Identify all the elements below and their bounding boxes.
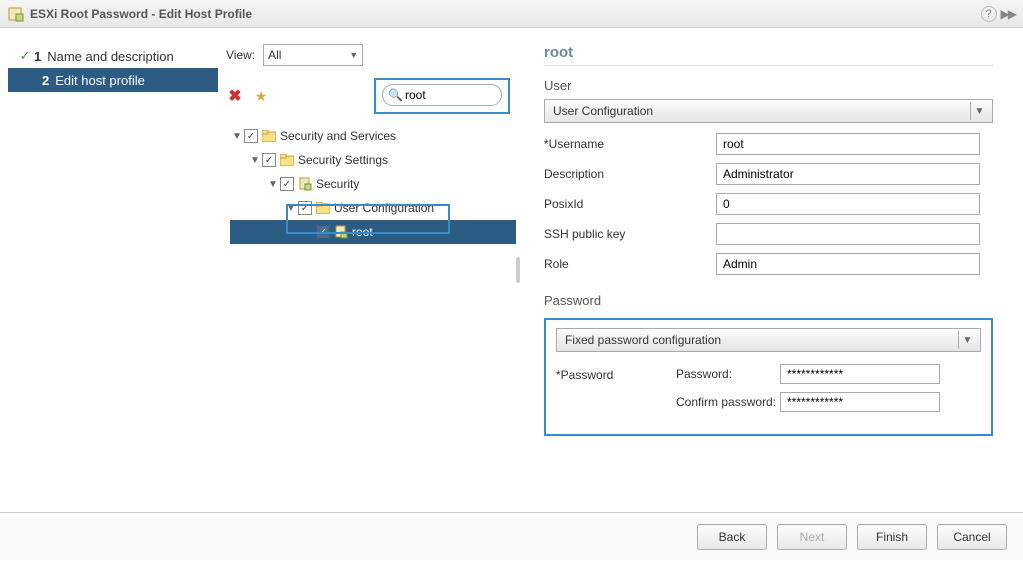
folder-icon — [280, 154, 294, 166]
step-label: Edit host profile — [55, 73, 145, 88]
tree-label: User Configuration — [334, 201, 434, 215]
wizard-steps: ✓ 1 Name and description 2 Edit host pro… — [0, 28, 226, 512]
posixid-label: PosixId — [544, 197, 716, 211]
expand-icon[interactable]: ▶▶ — [1001, 7, 1015, 21]
username-input[interactable] — [716, 133, 980, 155]
chevron-down-icon: ▼ — [958, 331, 976, 349]
checkbox[interactable] — [316, 225, 330, 239]
username-label: *Username — [544, 137, 716, 151]
tree-label: root — [352, 225, 373, 239]
tree-label: Security — [316, 177, 359, 191]
collapse-icon[interactable]: ▼ — [284, 203, 298, 214]
tree-label: Security and Services — [280, 129, 396, 143]
favorite-icon[interactable]: ★ — [252, 87, 270, 105]
profile-tree: ▼ Security and Services ▼ Security Setti… — [226, 120, 516, 244]
search-highlight: 🔍 — [374, 78, 510, 114]
password-section-label: Password — [544, 293, 993, 308]
cancel-button[interactable]: Cancel — [937, 524, 1007, 550]
collapse-icon[interactable]: ▼ — [248, 155, 262, 166]
password-label: *Password — [556, 364, 676, 420]
view-select[interactable]: All ▼ — [263, 44, 363, 66]
host-profile-icon — [8, 6, 24, 22]
checkbox[interactable] — [280, 177, 294, 191]
tree-node-security-services[interactable]: ▼ Security and Services — [230, 124, 516, 148]
password-section-highlight: Fixed password configuration ▼ *Password… — [544, 318, 993, 436]
user-section-label: User — [544, 78, 993, 93]
wizard-footer: Back Next Finish Cancel — [0, 512, 1023, 560]
chevron-down-icon: ▼ — [349, 50, 358, 60]
delete-icon[interactable]: ✖ — [226, 87, 244, 105]
tree-panel: View: All ▼ ✖ ★ 🔍 ▼ Security and Service… — [226, 28, 516, 512]
titlebar: ESXi Root Password - Edit Host Profile ?… — [0, 0, 1023, 28]
role-label: Role — [544, 257, 716, 271]
checkbox[interactable] — [262, 153, 276, 167]
posixid-input[interactable] — [716, 193, 980, 215]
password-input[interactable] — [780, 364, 940, 384]
user-config-dropdown[interactable]: User Configuration ▼ — [544, 99, 993, 123]
description-input[interactable] — [716, 163, 980, 185]
details-panel: root User User Configuration ▼ *Username… — [520, 28, 1023, 512]
collapse-icon[interactable]: ▼ — [266, 179, 280, 190]
ssh-label: SSH public key — [544, 227, 716, 241]
description-label: Description — [544, 167, 716, 181]
view-label: View: — [226, 48, 255, 62]
title-actions: ? ▶▶ — [981, 6, 1015, 22]
tree-node-security-settings[interactable]: ▼ Security Settings — [230, 148, 516, 172]
step-name-description[interactable]: ✓ 1 Name and description — [0, 44, 226, 68]
search-icon: 🔍 — [388, 88, 403, 102]
profile-icon — [334, 225, 348, 239]
checkbox[interactable] — [298, 201, 312, 215]
tree-node-root[interactable]: root — [230, 220, 516, 244]
password-field-label: Password: — [676, 367, 780, 381]
checkbox[interactable] — [244, 129, 258, 143]
chevron-down-icon: ▼ — [970, 102, 988, 120]
tree-node-user-configuration[interactable]: ▼ User Configuration — [230, 196, 516, 220]
folder-icon — [262, 130, 276, 142]
check-icon: ✓ — [16, 48, 34, 64]
step-label: Name and description — [47, 49, 173, 64]
confirm-password-input[interactable] — [780, 392, 940, 412]
collapse-icon[interactable]: ▼ — [230, 131, 244, 142]
password-config-dropdown[interactable]: Fixed password configuration ▼ — [556, 328, 981, 352]
confirm-password-field-label: Confirm password: — [676, 395, 780, 409]
step-edit-host-profile[interactable]: 2 Edit host profile — [8, 68, 218, 92]
back-button[interactable]: Back — [697, 524, 767, 550]
role-input[interactable] — [716, 253, 980, 275]
tree-node-security[interactable]: ▼ Security — [230, 172, 516, 196]
window-title: ESXi Root Password - Edit Host Profile — [30, 7, 981, 21]
profile-icon — [298, 177, 312, 191]
folder-icon — [316, 202, 330, 214]
tree-label: Security Settings — [298, 153, 388, 167]
finish-button[interactable]: Finish — [857, 524, 927, 550]
next-button: Next — [777, 524, 847, 550]
page-title: root — [544, 44, 993, 61]
ssh-input[interactable] — [716, 223, 980, 245]
help-icon[interactable]: ? — [981, 6, 997, 22]
